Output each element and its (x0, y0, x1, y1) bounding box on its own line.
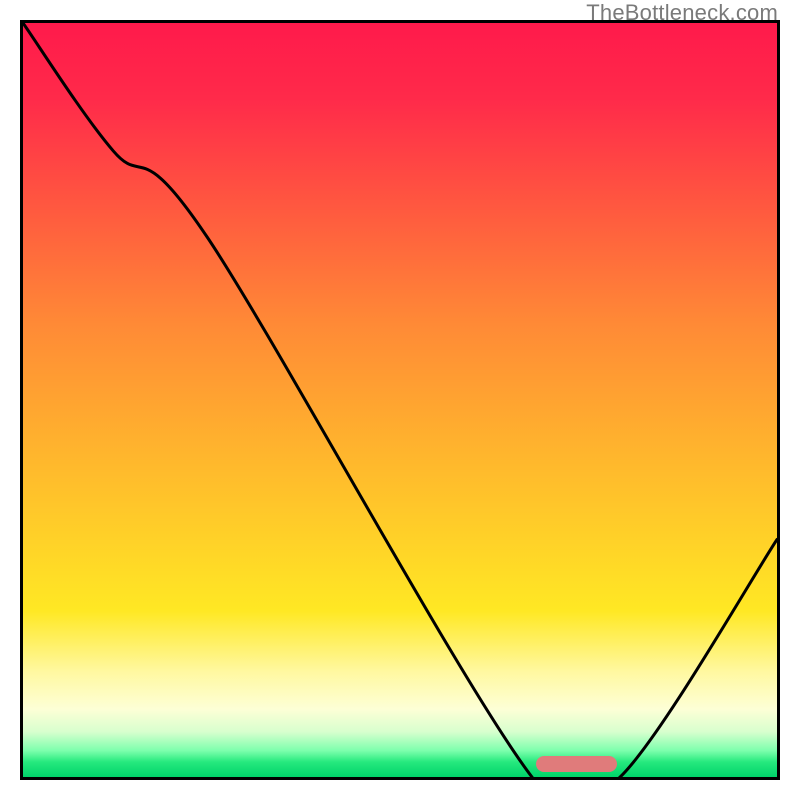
line-curve (23, 23, 777, 777)
plot-area (20, 20, 780, 780)
chart-frame: TheBottleneck.com (0, 0, 800, 800)
target-marker (536, 756, 617, 772)
